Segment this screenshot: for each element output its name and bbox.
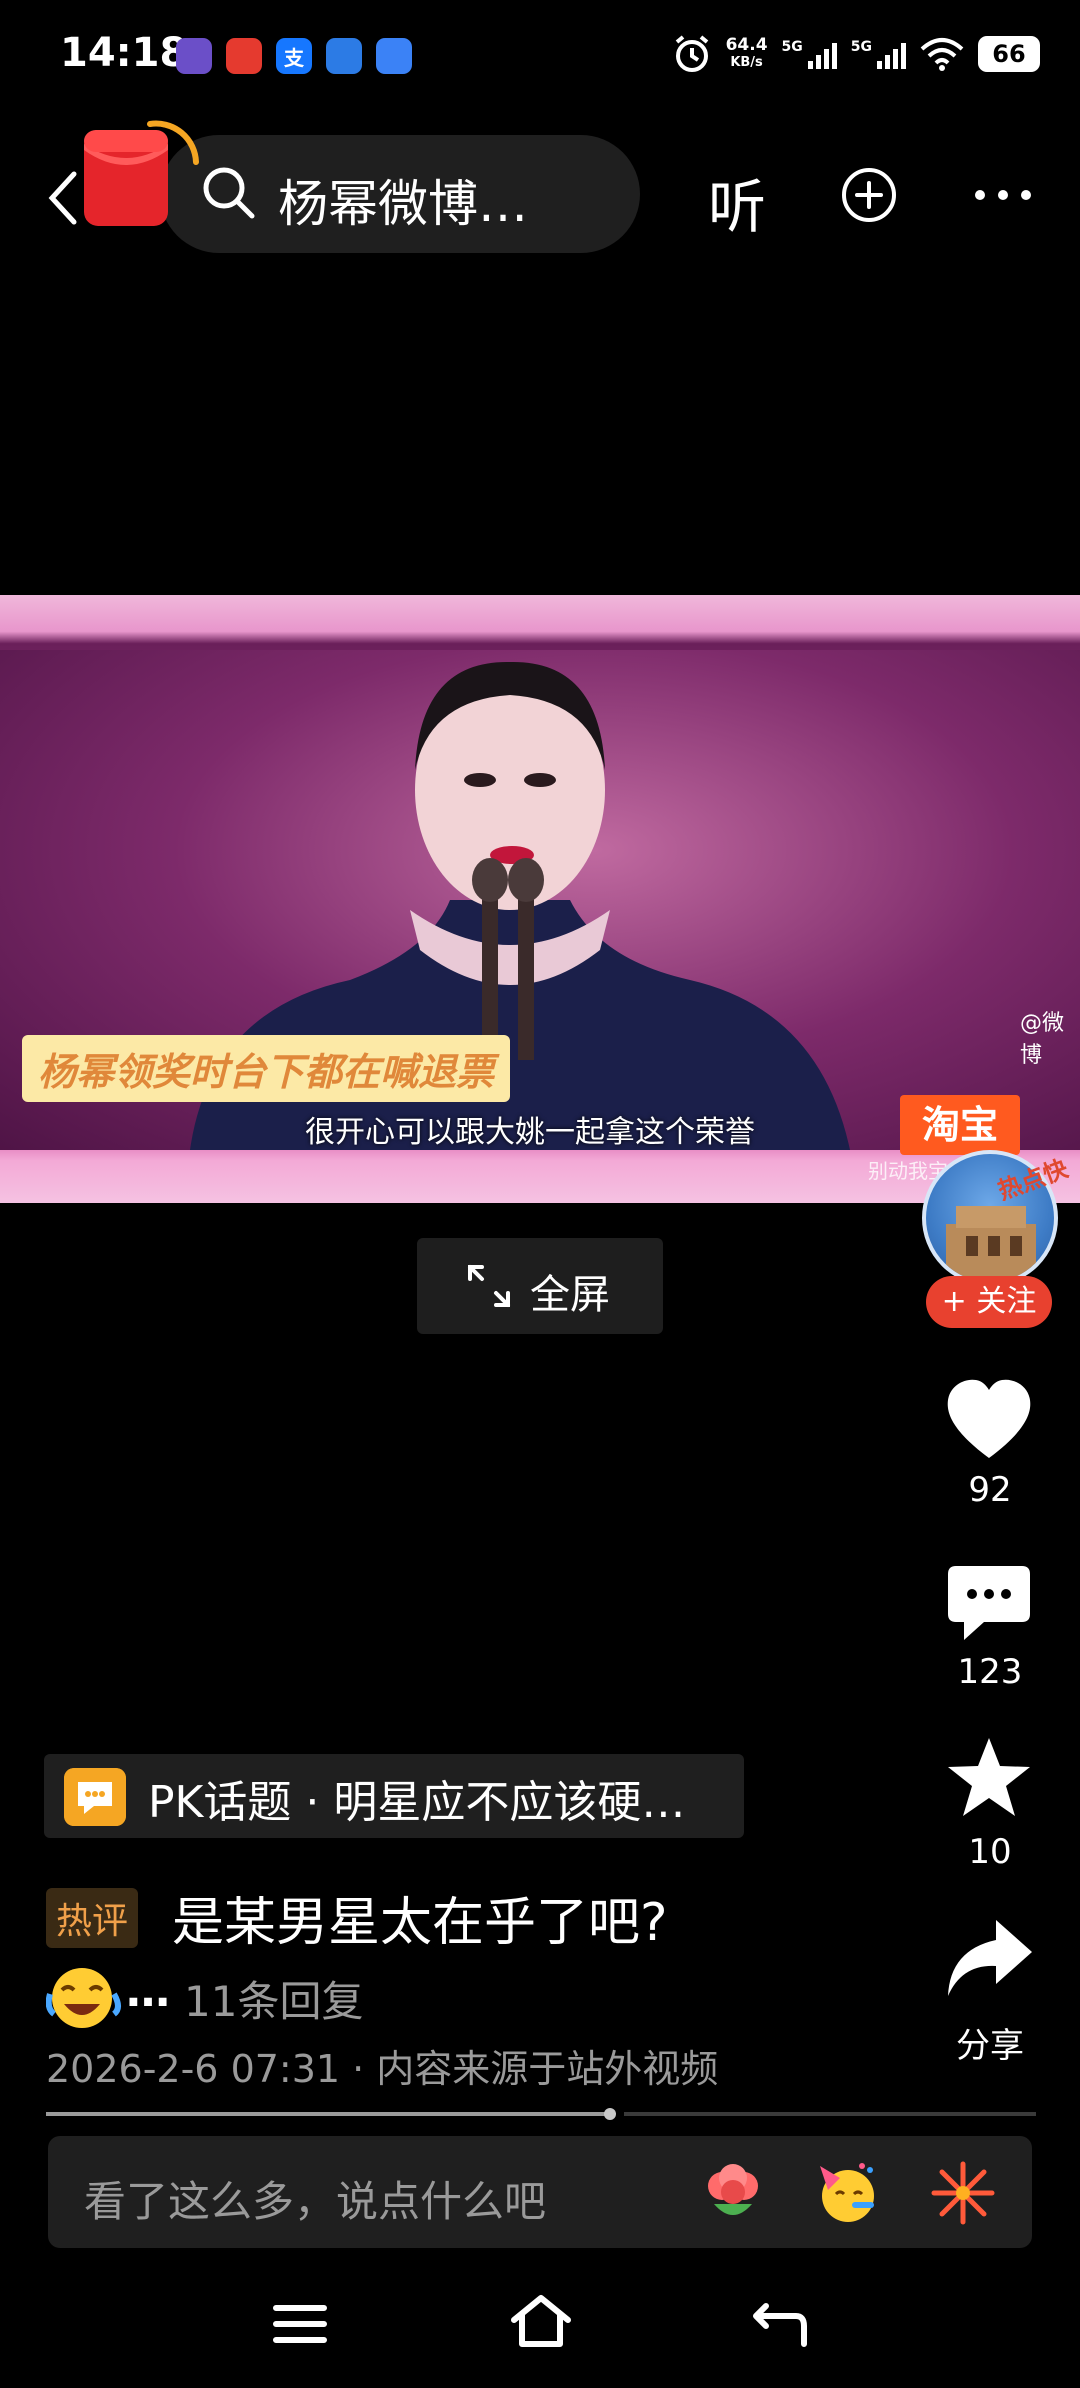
like-count: 92	[968, 1470, 1012, 1510]
status-time: 14:18	[60, 30, 188, 76]
share-icon[interactable]	[944, 1916, 1034, 2000]
video-subtitle: 很开心可以跟大姚一起拿这个荣誉	[305, 1115, 755, 1150]
app-blue-icon	[326, 38, 362, 74]
party-emoji-icon[interactable]	[814, 2160, 880, 2226]
add-circle-icon[interactable]	[840, 166, 898, 224]
favorite-count: 10	[968, 1832, 1012, 1872]
home-icon[interactable]	[510, 2292, 572, 2350]
signal-1-icon: 5G	[782, 39, 837, 69]
back-icon[interactable]	[44, 168, 84, 228]
app-red-icon	[226, 38, 262, 74]
video-player[interactable]: 杨幂领奖时台下都在喊退票 很开心可以跟大姚一起拿这个荣誉 淘宝 @微博 别动我宝…	[0, 595, 1080, 1203]
comment-ellipsis: …	[126, 1966, 170, 2017]
system-back-icon[interactable]	[752, 2300, 808, 2348]
status-indicators: 64.4 KB/s 5G 5G 66	[672, 34, 1040, 74]
notification-app-icons: 支	[176, 38, 412, 74]
firework-emoji-icon[interactable]	[930, 2160, 996, 2226]
status-bar: 14:18 支 64.4 KB/s 5G 5G 66	[0, 0, 1080, 110]
post-meta: 2026-2-6 07:31 · 内容来源于站外视频	[46, 2047, 719, 2091]
favorite-star-icon[interactable]	[944, 1736, 1034, 1820]
video-caption: 杨幂领奖时台下都在喊退票	[22, 1035, 511, 1102]
app-purple-icon	[176, 38, 212, 74]
comment-input-placeholder[interactable]: 看了这么多，说点什么吧	[84, 2168, 546, 2229]
fullscreen-label[interactable]: 全屏	[530, 1262, 610, 1320]
app-notes-icon	[376, 38, 412, 74]
wifi-icon	[920, 38, 964, 71]
video-progress-bar[interactable]	[46, 2108, 1036, 2120]
progress-knob[interactable]	[604, 2108, 616, 2120]
alipay-icon: 支	[276, 38, 312, 74]
video-watermark: @微博	[1020, 1011, 1065, 1068]
top-comment-text[interactable]: 是某男星太在乎了吧?	[172, 1880, 668, 1955]
progress-fill	[46, 2112, 610, 2116]
follow-button[interactable]: + 关注	[926, 1276, 1052, 1328]
flower-emoji-icon[interactable]	[700, 2160, 766, 2226]
menu-icon[interactable]	[272, 2302, 328, 2346]
share-label[interactable]: 分享	[900, 2018, 1080, 2067]
signal-2-icon: 5G	[851, 39, 906, 69]
alarm-icon	[675, 35, 708, 72]
search-query[interactable]: 杨幂微博…	[278, 164, 528, 236]
comment-icon[interactable]	[944, 1562, 1034, 1646]
more-icon[interactable]	[972, 180, 1034, 210]
topic-label[interactable]: PK话题 · 明星应不应该硬…	[148, 1766, 685, 1830]
topic-chat-icon	[64, 1768, 126, 1826]
battery-indicator: 66	[978, 36, 1040, 72]
replies-count[interactable]: 11条回复	[184, 1968, 363, 2029]
laughing-crying-emoji-icon	[46, 1968, 121, 2028]
top-nav: 杨幂微博… 听	[0, 120, 1080, 270]
fullscreen-icon[interactable]	[466, 1263, 512, 1309]
hot-comment-badge: 热评	[46, 1888, 139, 1948]
red-envelope-icon[interactable]	[80, 120, 200, 230]
comment-count: 123	[957, 1652, 1023, 1692]
net-speed: 64.4 KB/s	[725, 35, 768, 70]
like-heart-icon[interactable]	[944, 1378, 1034, 1462]
listen-button[interactable]: 听	[708, 160, 766, 244]
video-brand-badge: 淘宝	[900, 1095, 1020, 1155]
search-icon	[203, 167, 255, 219]
